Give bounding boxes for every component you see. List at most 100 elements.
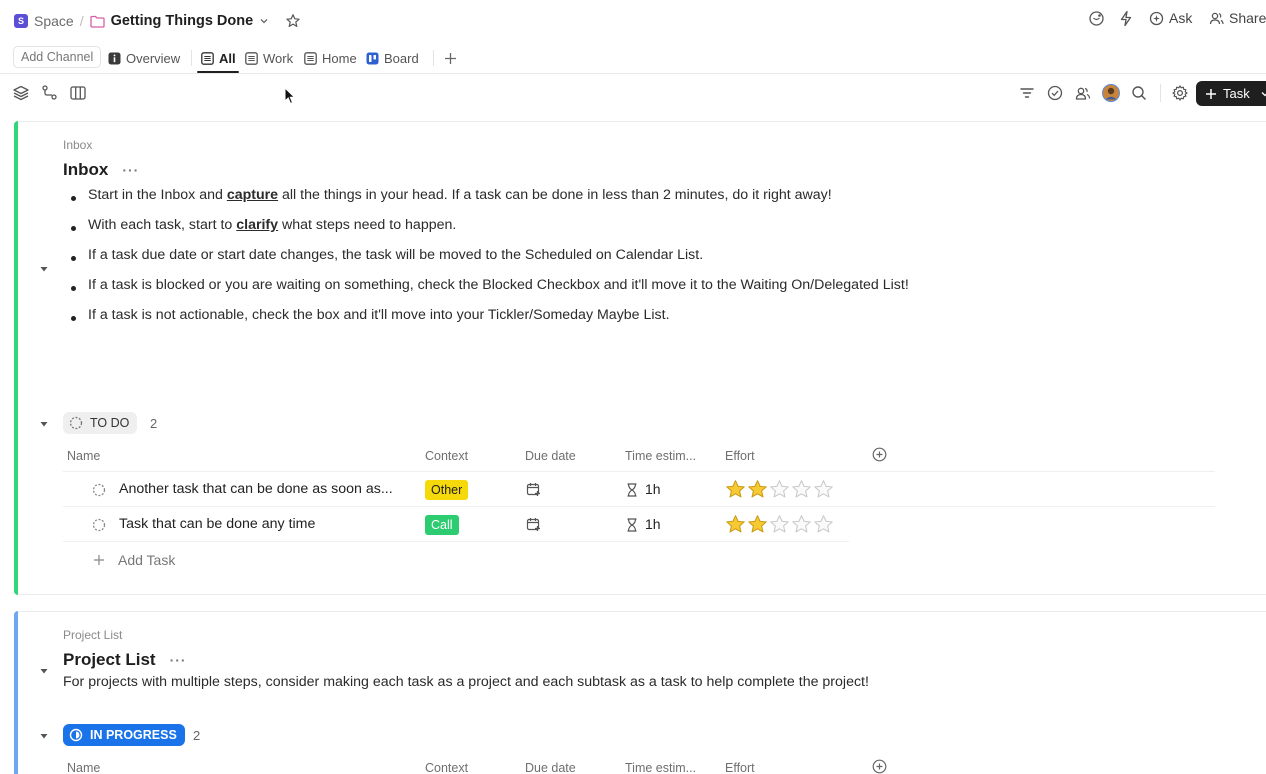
tab-overview[interactable]: Overview <box>108 47 180 69</box>
automations-button[interactable] <box>1118 10 1134 27</box>
column-header-due-date[interactable]: Due date <box>525 761 576 774</box>
task-name[interactable]: Another task that can be done as soon as… <box>119 481 393 497</box>
column-header-context[interactable]: Context <box>425 449 468 463</box>
ai-chat-icon <box>1088 10 1105 27</box>
top-bar: S Space / Getting Things Done Ask Share <box>0 0 1266 42</box>
board-view-icon <box>366 52 379 65</box>
list-description: Start in the Inbox and capture all the t… <box>69 185 909 335</box>
hourglass-icon <box>626 483 638 497</box>
ask-ai-icon <box>1149 11 1164 26</box>
star-empty-icon[interactable] <box>791 514 812 534</box>
star-empty-icon[interactable] <box>813 479 834 499</box>
context-tag[interactable]: Other <box>425 480 469 500</box>
user-avatar[interactable] <box>1102 84 1122 104</box>
column-header-context[interactable]: Context <box>425 761 468 774</box>
time-estimate-value[interactable]: 1h <box>645 516 661 532</box>
ask-button[interactable]: Ask <box>1149 10 1192 26</box>
task-status-icon[interactable] <box>92 483 106 497</box>
more-options-icon[interactable]: ··· <box>170 652 187 668</box>
filter-button[interactable] <box>1018 84 1038 104</box>
hourglass-icon <box>626 518 638 532</box>
assignees-button[interactable] <box>1074 84 1094 104</box>
time-estimate-value[interactable]: 1h <box>645 481 661 497</box>
columns-button[interactable] <box>69 84 89 104</box>
list-view-icon <box>201 51 214 65</box>
subtasks-button[interactable] <box>41 84 61 104</box>
plus-icon <box>1205 88 1217 100</box>
column-header-effort[interactable]: Effort <box>725 761 755 774</box>
description-bullet: Start in the Inbox and capture all the t… <box>69 185 909 215</box>
effort-rating[interactable] <box>725 514 834 534</box>
collapse-caret-icon[interactable] <box>39 264 49 274</box>
star-filled-icon[interactable] <box>725 514 746 534</box>
breadcrumb: S Space / Getting Things Done <box>14 11 301 31</box>
context-tag[interactable]: Call <box>425 515 459 535</box>
star-empty-icon[interactable] <box>813 514 834 534</box>
collapse-caret-icon[interactable] <box>39 666 49 676</box>
collapse-group-caret-icon[interactable] <box>39 731 49 741</box>
task-button-label: Task <box>1223 86 1250 101</box>
info-icon <box>108 52 121 65</box>
breadcrumb-separator: / <box>79 13 84 29</box>
add-column-button[interactable] <box>872 759 887 774</box>
row-divider <box>63 541 849 542</box>
share-button[interactable]: Share <box>1209 10 1266 26</box>
star-empty-icon[interactable] <box>791 479 812 499</box>
column-header-name[interactable]: Name <box>67 761 100 774</box>
chevron-down-icon[interactable] <box>1260 89 1266 99</box>
list-breadcrumb[interactable]: Inbox <box>63 138 92 152</box>
status-badge-in-progress[interactable]: IN PROGRESS <box>63 724 185 746</box>
tab-label: All <box>219 50 236 66</box>
add-task-button[interactable]: Task <box>1196 81 1266 106</box>
status-count: 2 <box>193 728 201 743</box>
breadcrumb-folder[interactable]: Getting Things Done <box>111 13 254 29</box>
task-status-icon[interactable] <box>92 518 106 532</box>
star-filled-icon[interactable] <box>747 514 768 534</box>
tab-home[interactable]: Home <box>304 47 357 69</box>
more-options-icon[interactable]: ··· <box>122 162 139 178</box>
star-empty-icon[interactable] <box>769 479 790 499</box>
search-button[interactable] <box>1130 84 1150 104</box>
tab-board[interactable]: Board <box>366 47 419 69</box>
add-task-row[interactable]: Add Task <box>93 552 175 568</box>
star-filled-icon[interactable] <box>725 479 746 499</box>
tab-all[interactable]: All <box>201 47 236 69</box>
column-header-name[interactable]: Name <box>67 449 100 463</box>
add-view-button[interactable] <box>444 47 457 69</box>
status-label: TO DO <box>90 416 130 430</box>
column-header-effort[interactable]: Effort <box>725 449 755 463</box>
calendar-add-icon[interactable] <box>526 517 541 532</box>
ai-chat-button[interactable] <box>1088 10 1105 27</box>
layers-icon <box>12 84 30 102</box>
collapse-group-caret-icon[interactable] <box>39 419 49 429</box>
star-filled-icon[interactable] <box>747 479 768 499</box>
list-title-text[interactable]: Project List <box>63 650 156 670</box>
add-column-button[interactable] <box>872 447 887 465</box>
star-empty-icon[interactable] <box>769 514 790 534</box>
search-icon <box>1130 84 1148 102</box>
column-header-time-estimate[interactable]: Time estim... <box>625 449 696 463</box>
tab-work[interactable]: Work <box>245 47 293 69</box>
mouse-cursor-icon <box>284 87 296 105</box>
column-header-due-date[interactable]: Due date <box>525 449 576 463</box>
breadcrumb-space[interactable]: Space <box>34 13 74 29</box>
space-avatar[interactable]: S <box>14 14 28 28</box>
task-row[interactable]: Task that can be done any time Call 1h <box>15 507 1266 542</box>
active-tab-indicator <box>197 71 239 73</box>
description-bullet: If a task is not actionable, check the b… <box>69 305 909 335</box>
closed-tasks-button[interactable] <box>1046 84 1066 104</box>
description-bullet: If a task due date or start date changes… <box>69 245 909 275</box>
chevron-down-icon[interactable] <box>259 16 269 26</box>
effort-rating[interactable] <box>725 479 834 499</box>
layers-button[interactable] <box>12 84 32 104</box>
star-favorite-icon[interactable] <box>285 13 301 29</box>
list-title-text[interactable]: Inbox <box>63 160 108 180</box>
task-name[interactable]: Task that can be done any time <box>119 516 315 532</box>
status-badge-todo[interactable]: TO DO <box>63 412 138 434</box>
column-header-time-estimate[interactable]: Time estim... <box>625 761 696 774</box>
list-breadcrumb[interactable]: Project List <box>63 628 122 642</box>
task-row[interactable]: Another task that can be done as soon as… <box>15 472 1266 507</box>
settings-button[interactable] <box>1171 84 1191 104</box>
calendar-add-icon[interactable] <box>526 482 541 497</box>
add-channel-button[interactable]: Add Channel <box>13 46 102 68</box>
